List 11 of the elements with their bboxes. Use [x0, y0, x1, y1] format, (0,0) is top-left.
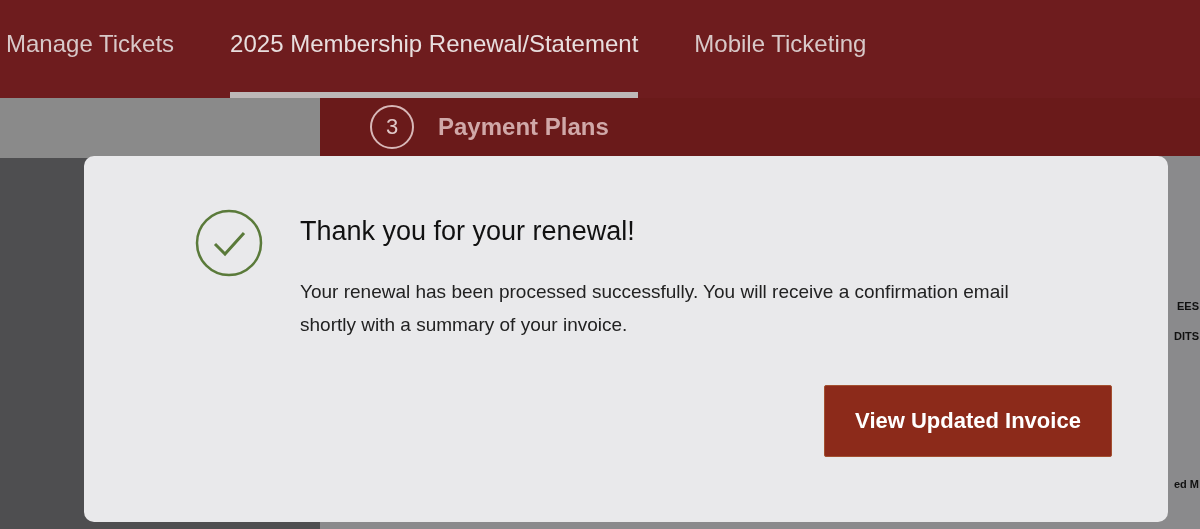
background-text: DITS: [1173, 329, 1199, 344]
dialog-title: Thank you for your renewal!: [300, 216, 636, 247]
nav-tab[interactable]: Manage Tickets: [6, 0, 175, 98]
dialog-message: Your renewal has been processed successfully. You will receive a confirmation email shortly with a summary of your invoice.: [300, 280, 1010, 337]
background-text: ed M: [1173, 477, 1199, 492]
checkmark-icon: [194, 208, 264, 278]
view-invoice-button[interactable]: View Updated Invoice: [824, 385, 1112, 457]
background-text: EES: [1177, 299, 1199, 314]
step-title: Payment Plans: [438, 113, 609, 141]
step-number: 3: [370, 105, 414, 149]
nav-tab[interactable]: Mobile Ticketing: [694, 0, 867, 98]
